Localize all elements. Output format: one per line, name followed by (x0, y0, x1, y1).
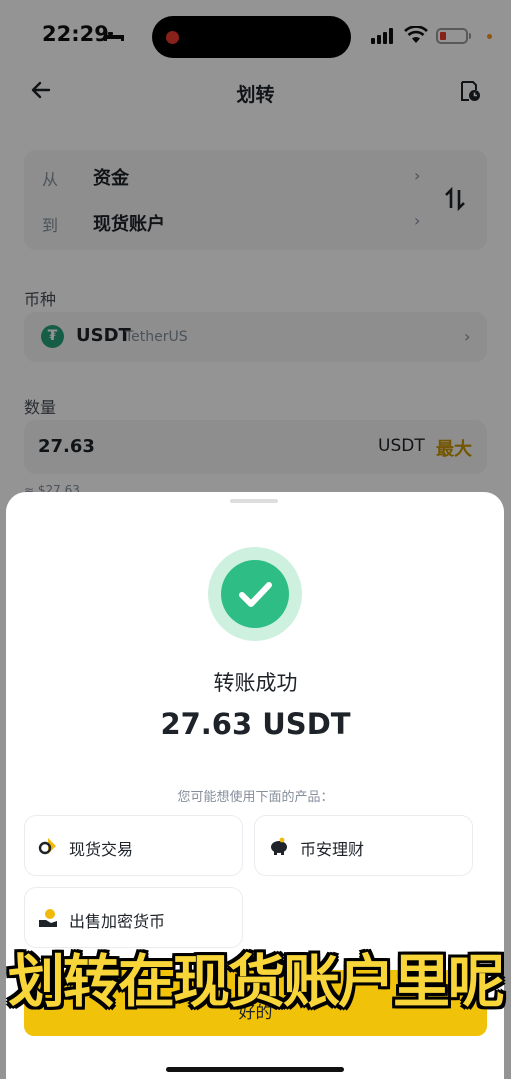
piggy-bank-icon (271, 837, 287, 855)
product-label-spot-trade: 现货交易 (69, 840, 134, 859)
sell-crypto-icon (39, 909, 57, 927)
spot-trade-icon (38, 838, 56, 855)
sheet-drag-handle[interactable] (230, 499, 278, 503)
success-amount: 27.63 USDT (160, 707, 351, 741)
product-label-sell-crypto: 出售加密货币 (69, 912, 166, 931)
product-label-binance-earn: 币安理财 (300, 840, 365, 859)
success-title: 转账成功 (213, 671, 298, 695)
suggestion-text: 您可能想使用下面的产品： (177, 790, 334, 805)
checkmark-icon (239, 582, 272, 607)
home-indicator[interactable] (166, 1067, 344, 1072)
video-caption: 划转在现货账户里呢 (8, 949, 505, 1015)
